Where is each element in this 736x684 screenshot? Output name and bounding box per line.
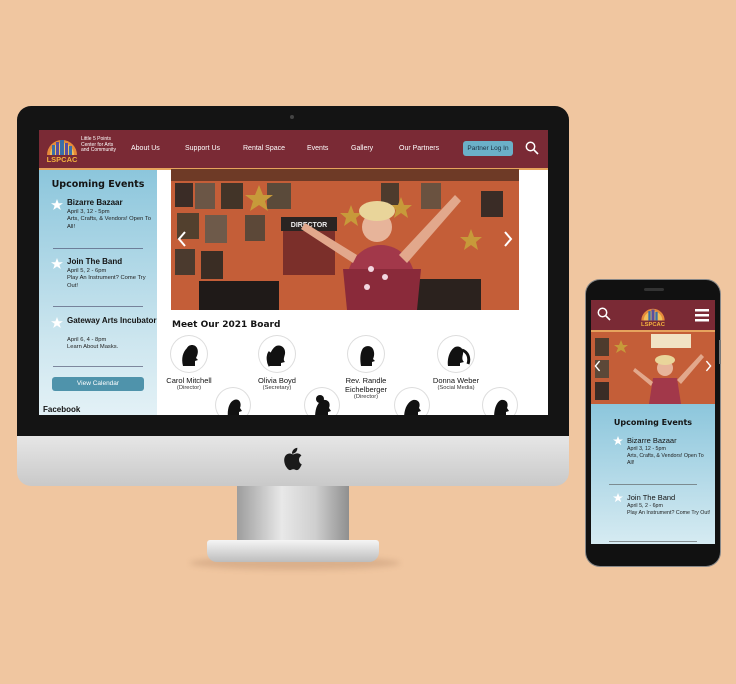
divider bbox=[53, 306, 143, 307]
hero-carousel[interactable]: DIRECTOR bbox=[171, 169, 519, 310]
event-date: April 3, 12 - 5pm bbox=[627, 446, 666, 452]
event-title: Bizarre Bazaar bbox=[627, 436, 677, 445]
board-member[interactable]: Rev. Randle Eichelberger (Director) bbox=[330, 336, 402, 401]
event-title: Join The Band bbox=[627, 493, 676, 502]
chevron-left-icon[interactable] bbox=[177, 231, 187, 247]
desktop-website: LSPCAC Little 5 Points Center for Arts a… bbox=[39, 130, 548, 415]
event-desc: Arts, Crafts, & Vendors! Open To All! bbox=[67, 216, 151, 230]
mobile-upcoming-events: Upcoming Events Bizarre Bazaar April 3, … bbox=[591, 404, 715, 544]
nav-events[interactable]: Events bbox=[307, 145, 328, 152]
silhouette-icon bbox=[438, 336, 474, 372]
board-member-photo[interactable] bbox=[483, 388, 517, 415]
imac-stand bbox=[237, 486, 349, 544]
nav-our-partners[interactable]: Our Partners bbox=[399, 145, 439, 152]
board-member-photo[interactable] bbox=[305, 388, 339, 415]
board-member[interactable]: Donna Weber (Social Media) bbox=[420, 336, 492, 392]
search-icon[interactable] bbox=[597, 307, 611, 321]
star-icon bbox=[613, 436, 623, 446]
divider bbox=[53, 248, 143, 249]
event-desc: Play An Instrument? Come Try Out! bbox=[67, 275, 146, 289]
star-icon bbox=[51, 199, 63, 210]
phone-speaker bbox=[644, 288, 664, 291]
member-role: (Director) bbox=[353, 394, 379, 400]
facebook-heading: Facebook bbox=[43, 405, 81, 414]
event-desc: Play An Instrument? Come Try Out! bbox=[627, 510, 711, 516]
star-icon bbox=[51, 317, 63, 328]
event-date: April 5, 2 - 6pm bbox=[627, 503, 663, 509]
divider bbox=[609, 484, 697, 485]
silhouette-icon bbox=[171, 336, 207, 372]
logo-text: LSPCAC bbox=[47, 155, 78, 163]
nav-gallery[interactable]: Gallery bbox=[351, 145, 373, 152]
lspcac-logo[interactable]: LSPCAC bbox=[44, 133, 80, 163]
nav-rental-space[interactable]: Rental Space bbox=[243, 145, 285, 152]
event-title: Join The Band bbox=[67, 257, 123, 266]
member-role: (Director) bbox=[176, 385, 202, 391]
logo-text: LSPCAC bbox=[641, 322, 666, 328]
chevron-right-icon[interactable] bbox=[705, 360, 712, 372]
imac-camera bbox=[290, 115, 294, 119]
member-name: Olivia Boyd bbox=[258, 376, 296, 385]
carousel-dots[interactable] bbox=[325, 301, 355, 310]
mobile-hero-photo bbox=[591, 332, 715, 404]
event-desc: Learn About Masks. bbox=[67, 344, 119, 350]
divider bbox=[609, 541, 697, 542]
hamburger-icon[interactable] bbox=[695, 308, 709, 322]
member-role: (Social Media) bbox=[437, 385, 475, 391]
mobile-hero-carousel[interactable] bbox=[591, 332, 715, 404]
board-member-photo[interactable] bbox=[216, 388, 250, 415]
star-icon bbox=[613, 493, 623, 503]
board-member-photo[interactable] bbox=[395, 388, 429, 415]
phone-side-button bbox=[719, 340, 721, 364]
member-name: Rev. Randle Eichelberger bbox=[344, 376, 388, 394]
site-header: LSPCAC Little 5 Points Center for Arts a… bbox=[39, 130, 548, 170]
upcoming-events-title: Upcoming Events bbox=[613, 418, 693, 427]
event-title: Bizarre Bazaar bbox=[67, 198, 123, 207]
member-role: (Secretary) bbox=[262, 385, 292, 391]
event-title: Gateway Arts Incubator bbox=[67, 316, 157, 325]
star-icon bbox=[51, 258, 63, 269]
imac-stand-foot bbox=[207, 540, 379, 562]
lspcac-logo[interactable]: LSPCAC bbox=[639, 302, 667, 328]
board-title: Meet Our 2021 Board bbox=[172, 320, 281, 330]
nav-about-us[interactable]: About Us bbox=[131, 145, 160, 152]
apple-logo-icon bbox=[284, 447, 302, 471]
silhouette-icon bbox=[348, 336, 384, 372]
event-desc: Arts, Crafts, & Vendors! Open To All! bbox=[627, 453, 704, 466]
divider bbox=[53, 366, 143, 367]
logo-tagline: Little 5 Points Center for Arts and Comm… bbox=[81, 136, 117, 154]
mobile-website: LSPCAC Upcoming Events Bizarre Bazaar Ap… bbox=[591, 300, 715, 544]
mobile-header: LSPCAC bbox=[591, 300, 715, 332]
chevron-left-icon[interactable] bbox=[594, 360, 601, 372]
silhouette-icon bbox=[259, 336, 295, 372]
partner-login-button[interactable]: Partner Log In bbox=[463, 141, 513, 156]
hero-photo: DIRECTOR bbox=[171, 169, 519, 310]
board-member[interactable]: Carol Mitchell (Director) bbox=[153, 336, 225, 392]
search-icon[interactable] bbox=[525, 141, 539, 155]
nav-support-us[interactable]: Support Us bbox=[185, 145, 220, 152]
member-name: Donna Weber bbox=[432, 376, 480, 385]
member-name: Carol Mitchell bbox=[166, 376, 212, 385]
board-member[interactable]: Olivia Boyd (Secretary) bbox=[241, 336, 313, 392]
chevron-right-icon[interactable] bbox=[503, 231, 513, 247]
upcoming-events-title: Upcoming Events bbox=[51, 179, 145, 190]
view-calendar-button[interactable]: View Calendar bbox=[52, 377, 144, 391]
